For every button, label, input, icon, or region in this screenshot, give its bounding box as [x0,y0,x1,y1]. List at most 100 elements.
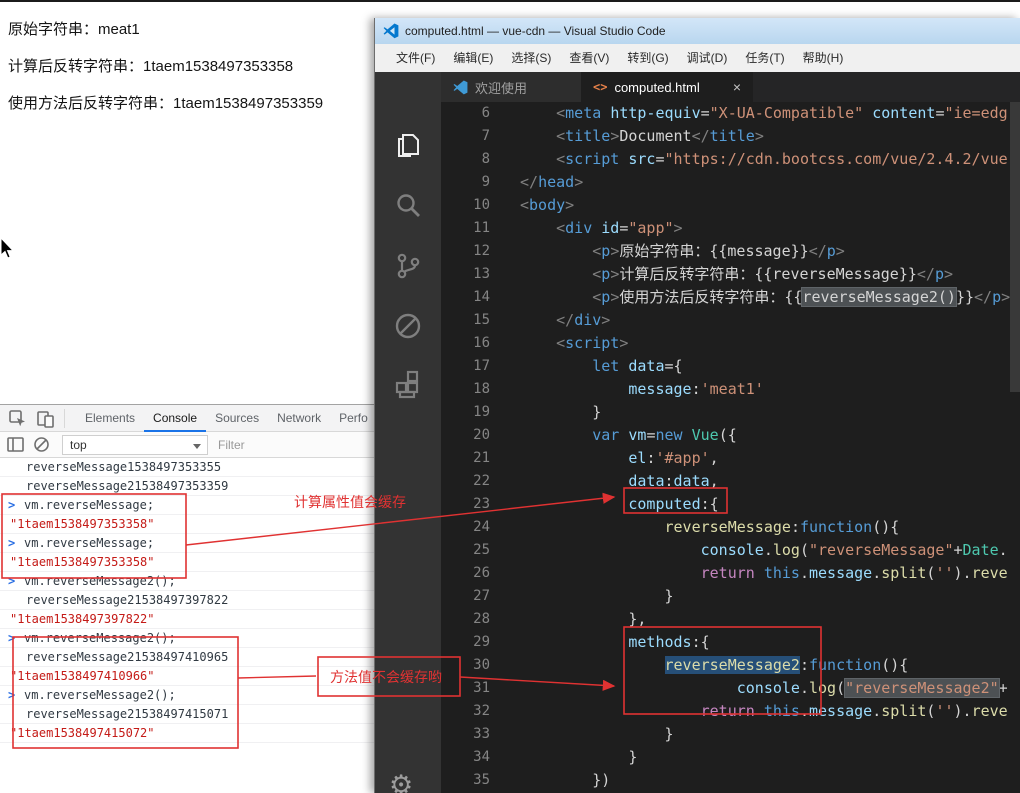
console-entry-input[interactable]: > vm.reverseMessage2(); [0,572,375,591]
code-line[interactable]: 11 <div id="app"> [441,217,1020,240]
code-line[interactable]: 14 <p>使用方法后反转字符串：{{reverseMessage2()}}</… [441,286,1020,309]
console-entry-text: reverseMessage1538497353355 [26,460,222,474]
console-list: reverseMessage1538497353355 reverseMessag… [0,458,375,743]
line-number: 12 [473,243,490,259]
code-line[interactable]: 34 } [441,746,1020,769]
line-number: 20 [473,427,490,443]
menu-item[interactable]: 文件(F) [387,44,444,72]
console-entry-text: vm.reverseMessage; [24,536,155,550]
menu-item[interactable]: 调试(D) [678,44,737,72]
console-entry-log[interactable]: reverseMessage21538497353359 [0,477,375,496]
code-line[interactable]: 8 <script src="https://cdn.bootcss.com/v… [441,148,1020,171]
devtools-tab-console[interactable]: Console [144,405,207,432]
console-entry-input[interactable]: > vm.reverseMessage2(); [0,629,375,648]
code-line[interactable]: 25 console.log("reverseMessage"+Date. [441,539,1020,562]
code-line[interactable]: 6 <meta http-equiv="X-UA-Compatible" con… [441,102,1020,125]
console-sidebar-icon[interactable] [6,435,26,455]
source-control-icon[interactable] [392,250,424,282]
console-entry-text: "1taem1538497353358" [10,555,155,569]
line-number: 9 [481,174,490,190]
line-number: 10 [473,197,490,213]
chevron-down-icon [193,444,201,449]
explorer-icon[interactable] [392,130,424,162]
console-entry-log[interactable]: reverseMessage21538497397822 [0,591,375,610]
scrollbar-thumb[interactable] [1010,102,1020,392]
line-number: 11 [473,220,490,236]
menu-item[interactable]: 转到(G) [618,44,677,72]
code-line[interactable]: 35 }) [441,769,1020,792]
code-editor: 6 <meta http-equiv="X-UA-Compatible" con… [441,102,1020,793]
code-line[interactable]: 28 }, [441,608,1020,631]
console-prompt-icon: > [8,688,16,702]
code-line[interactable]: 16 <script> [441,332,1020,355]
code-line[interactable]: 20 var vm=new Vue({ [441,424,1020,447]
menu-item[interactable]: 编辑(E) [444,44,502,72]
settings-gear-icon[interactable]: ⚙ [389,770,413,793]
console-entry-result[interactable]: "1taem1538497410966" [0,667,375,686]
code-line[interactable]: 23 computed:{ [441,493,1020,516]
devtools-tab-network[interactable]: Network [268,405,330,432]
code-line[interactable]: 12 <p>原始字符串：{{message}}</p> [441,240,1020,263]
vscode-titlebar[interactable]: computed.html — vue-cdn — Visual Studio … [375,18,1020,44]
code-line[interactable]: 19 } [441,401,1020,424]
code-line[interactable]: 13 <p>计算后反转字符串：{{reverseMessage}}</p> [441,263,1020,286]
code-line[interactable]: 7 <title>Document</title> [441,125,1020,148]
code-line[interactable]: 31 console.log("reverseMessage2"+ [441,677,1020,700]
line-number: 22 [473,473,490,489]
menu-item[interactable]: 帮助(H) [794,44,853,72]
devtools-tab-elements[interactable]: Elements [76,405,144,432]
code-line[interactable]: 9 </head> [441,171,1020,194]
search-icon[interactable] [392,190,424,222]
console-entry-log[interactable]: reverseMessage1538497353355 [0,458,375,477]
console-entry-text: vm.reverseMessage2(); [24,688,176,702]
device-toolbar-icon[interactable] [36,409,56,429]
console-entry-result[interactable]: "1taem1538497415072" [0,724,375,743]
code-line[interactable]: 24 reverseMessage:function(){ [441,516,1020,539]
code-line[interactable]: 26 return this.message.split('').reve [441,562,1020,585]
code-line[interactable]: 30 reverseMessage2:function(){ [441,654,1020,677]
vscode-window: computed.html — vue-cdn — Visual Studio … [374,18,1020,793]
console-entry-log[interactable]: reverseMessage21538497415071 [0,705,375,724]
console-entry-text: vm.reverseMessage2(); [24,631,176,645]
menu-item[interactable]: 查看(V) [560,44,618,72]
devtools-tab-sources[interactable]: Sources [206,405,268,432]
context-selector[interactable]: top [62,435,208,455]
code-line[interactable]: 15 </div> [441,309,1020,332]
console-entry-text: reverseMessage21538497353359 [26,479,229,493]
line-number: 21 [473,450,490,466]
code-line[interactable]: 32 return this.message.split('').reve [441,700,1020,723]
code-line[interactable]: 21 el:'#app', [441,447,1020,470]
code-line[interactable]: 33 } [441,723,1020,746]
debug-icon[interactable] [392,310,424,342]
clear-console-icon[interactable] [32,435,52,455]
menu-item[interactable]: 选择(S) [502,44,560,72]
tab-welcome[interactable]: 欢迎使用 [441,72,581,102]
menu-item[interactable]: 任务(T) [736,44,793,72]
console-entry-result[interactable]: "1taem1538497353358" [0,515,375,534]
console-entry-text: vm.reverseMessage2(); [24,574,176,588]
code-line[interactable]: 27 } [441,585,1020,608]
console-entry-result[interactable]: "1taem1538497397822" [0,610,375,629]
console-entry-log[interactable]: reverseMessage21538497410965 [0,648,375,667]
extensions-icon[interactable] [392,370,424,402]
console-entry-text: reverseMessage21538497415071 [26,707,229,721]
console-entry-input[interactable]: > vm.reverseMessage2(); [0,686,375,705]
top-divider [0,0,1020,2]
code-line[interactable]: 29 methods:{ [441,631,1020,654]
activity-bar: ⚙ [375,72,441,793]
console-entry-input[interactable]: > vm.reverseMessage; [0,496,375,515]
close-icon[interactable]: × [733,79,741,95]
line-number: 32 [473,703,490,719]
console-entry-result[interactable]: "1taem1538497353358" [0,553,375,572]
code-line[interactable]: 17 let data={ [441,355,1020,378]
inspect-element-icon[interactable] [8,409,28,429]
console-prompt-icon: > [8,498,16,512]
code-line[interactable]: 18 message:'meat1' [441,378,1020,401]
tab-computed-html[interactable]: <> computed.html × [581,72,753,102]
console-entry-input[interactable]: > vm.reverseMessage; [0,534,375,553]
editor-scrollbar[interactable] [1010,102,1020,793]
code-line[interactable]: 10 <body> [441,194,1020,217]
code-line[interactable]: 22 data:data, [441,470,1020,493]
devtools-tab-perfo[interactable]: Perfo [330,405,377,432]
console-filter-input[interactable]: Filter [218,435,358,455]
